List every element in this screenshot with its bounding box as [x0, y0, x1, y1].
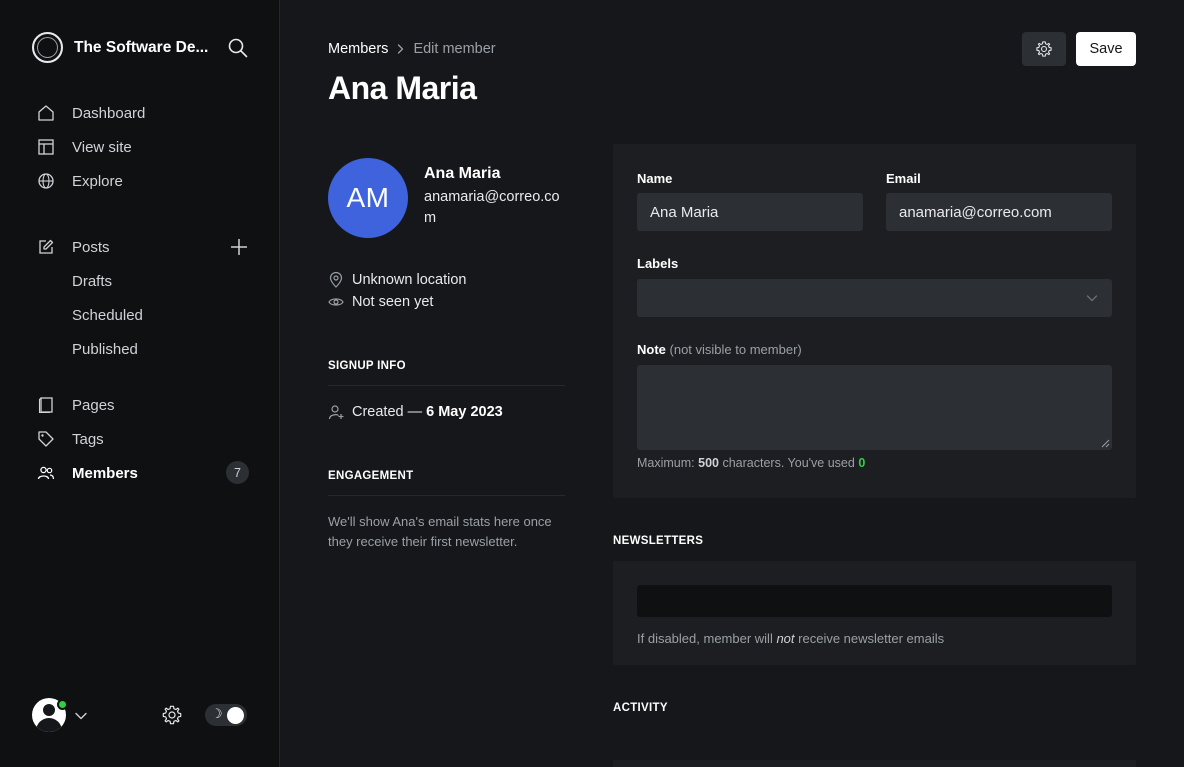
created-date: 6 May 2023 [426, 404, 503, 420]
page-title: Ana Maria [328, 70, 477, 106]
sidebar-item-label: View site [72, 138, 132, 156]
sidebar-item-published[interactable]: Published [36, 338, 250, 360]
edit-icon [36, 237, 56, 257]
labels-label: Labels [637, 256, 679, 271]
sidebar-item-pages[interactable]: Pages [36, 394, 250, 416]
member-created: Created — 6 May 2023 [328, 404, 503, 420]
breadcrumb-members-link[interactable]: Members [328, 41, 388, 57]
search-icon[interactable] [228, 38, 248, 58]
members-icon [36, 463, 56, 483]
sidebar-item-drafts[interactable]: Drafts [36, 270, 250, 292]
newsletters-card: If disabled, member will not receive new… [613, 561, 1136, 665]
gear-icon [1035, 40, 1053, 58]
location-pin-icon [328, 272, 344, 288]
breadcrumb-current: Edit member [413, 41, 496, 57]
members-count-badge: 7 [226, 461, 249, 484]
last-seen-text: Not seen yet [352, 294, 434, 310]
sidebar-item-dashboard[interactable]: Dashboard [36, 102, 250, 124]
help-suffix: receive newsletter emails [798, 631, 945, 646]
engagement-empty-text: We'll show Ana's email stats here once t… [328, 514, 552, 549]
name-field[interactable]: Ana Maria [637, 193, 863, 231]
resize-handle-icon[interactable] [1101, 439, 1110, 448]
site-title: The Software De... [74, 38, 209, 56]
member-last-seen: Not seen yet [328, 294, 433, 310]
member-details-card: Name Ana Maria Email anamaria@correo.com… [613, 144, 1136, 498]
chevron-down-icon [1086, 293, 1098, 303]
save-button[interactable]: Save [1076, 32, 1136, 66]
help-prefix: If disabled, member will [637, 631, 773, 646]
location-text: Unknown location [352, 272, 467, 288]
counter-prefix: Maximum: [637, 456, 695, 470]
note-label: Note (not visible to member) [637, 342, 802, 357]
sidebar-item-label: Published [72, 340, 138, 358]
help-emphasis: not [776, 631, 795, 646]
labels-select[interactable] [637, 279, 1112, 317]
newsletter-subscription-field[interactable] [637, 585, 1112, 617]
sidebar-item-label: Pages [72, 396, 115, 414]
theme-toggle[interactable]: ☽ [205, 704, 247, 726]
toggle-knob [227, 707, 244, 724]
sidebar-item-label: Dashboard [72, 104, 146, 122]
sidebar-item-label: Members [72, 464, 138, 482]
sidebar-item-tags[interactable]: Tags [36, 428, 250, 450]
site-logo [32, 32, 63, 63]
chevron-right-icon [396, 44, 405, 54]
chevron-down-icon[interactable] [74, 709, 88, 723]
tag-icon [36, 429, 56, 449]
home-icon [36, 103, 56, 123]
sidebar-item-label: Posts [72, 238, 110, 256]
name-label: Name [637, 171, 673, 186]
sidebar-item-scheduled[interactable]: Scheduled [36, 304, 250, 326]
activity-card [613, 760, 1136, 767]
sidebar-item-explore[interactable]: Explore [36, 170, 250, 192]
engagement-heading: ENGAGEMENT [328, 470, 414, 482]
sidebar-item-members[interactable]: Members 7 [36, 461, 250, 484]
note-hint: (not visible to member) [669, 342, 802, 357]
layout-icon [36, 137, 56, 157]
divider [328, 385, 565, 386]
newsletters-heading: NEWSLETTERS [613, 535, 704, 547]
settings-gear-icon[interactable] [161, 704, 183, 726]
activity-heading: ACTIVITY [613, 702, 668, 714]
created-label: Created — [352, 404, 423, 420]
sidebar-item-label: Drafts [72, 272, 113, 290]
counter-used: 0 [858, 456, 866, 470]
newsletter-help-text: If disabled, member will not receive new… [637, 631, 944, 646]
member-avatar: AM [328, 158, 408, 238]
counter-max: 500 [698, 456, 719, 470]
sidebar-item-label: Scheduled [72, 306, 143, 324]
sidebar-item-posts[interactable]: Posts [36, 236, 250, 258]
sidebar: The Software De... Dashboard View site E… [0, 0, 280, 767]
sidebar-footer: ☽ [32, 698, 250, 732]
eye-icon [328, 294, 344, 310]
signup-info-heading: SIGNUP INFO [328, 360, 406, 372]
note-textarea[interactable] [637, 365, 1112, 450]
site-brand[interactable]: The Software De... [32, 32, 212, 63]
divider [328, 495, 565, 496]
note-character-counter: Maximum: 500 characters. You've used 0 [637, 456, 865, 470]
email-field[interactable]: anamaria@correo.com [886, 193, 1112, 231]
email-label: Email [886, 171, 921, 186]
breadcrumb: Members Edit member [328, 41, 496, 57]
online-status-dot [57, 699, 68, 710]
sidebar-item-view-site[interactable]: View site [36, 136, 250, 158]
member-email: anamaria@correo.com [424, 189, 560, 226]
page-icon [36, 395, 56, 415]
member-settings-button[interactable] [1022, 32, 1066, 66]
member-location: Unknown location [328, 272, 466, 288]
counter-mid: characters. You've used [722, 456, 855, 470]
add-post-icon[interactable] [228, 236, 250, 258]
user-add-icon [328, 404, 344, 420]
globe-icon [36, 171, 56, 191]
member-name: Ana Maria [424, 165, 501, 182]
sidebar-item-label: Tags [72, 430, 104, 448]
note-label-text: Note [637, 342, 666, 357]
moon-icon: ☽ [211, 706, 223, 721]
sidebar-item-label: Explore [72, 172, 123, 190]
